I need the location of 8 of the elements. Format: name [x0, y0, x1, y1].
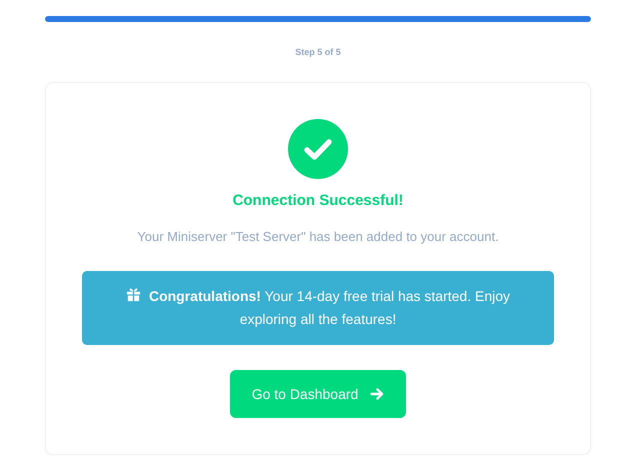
notice-text: Congratulations! Your 14-day free trial has started. Enjoy exploring all the features!: [148, 288, 510, 327]
arrow-right-icon: [370, 387, 384, 401]
step-label: Step 5 of 5: [294, 46, 342, 58]
success-title: Connection Successful!: [232, 191, 404, 211]
dashboard-button[interactable]: Go to Dashboard: [230, 370, 406, 418]
check-circle-icon: [288, 119, 348, 179]
success-message: Your Miniserver "Test Server" has been added to your account.: [137, 228, 499, 246]
gift-icon: [126, 287, 141, 302]
